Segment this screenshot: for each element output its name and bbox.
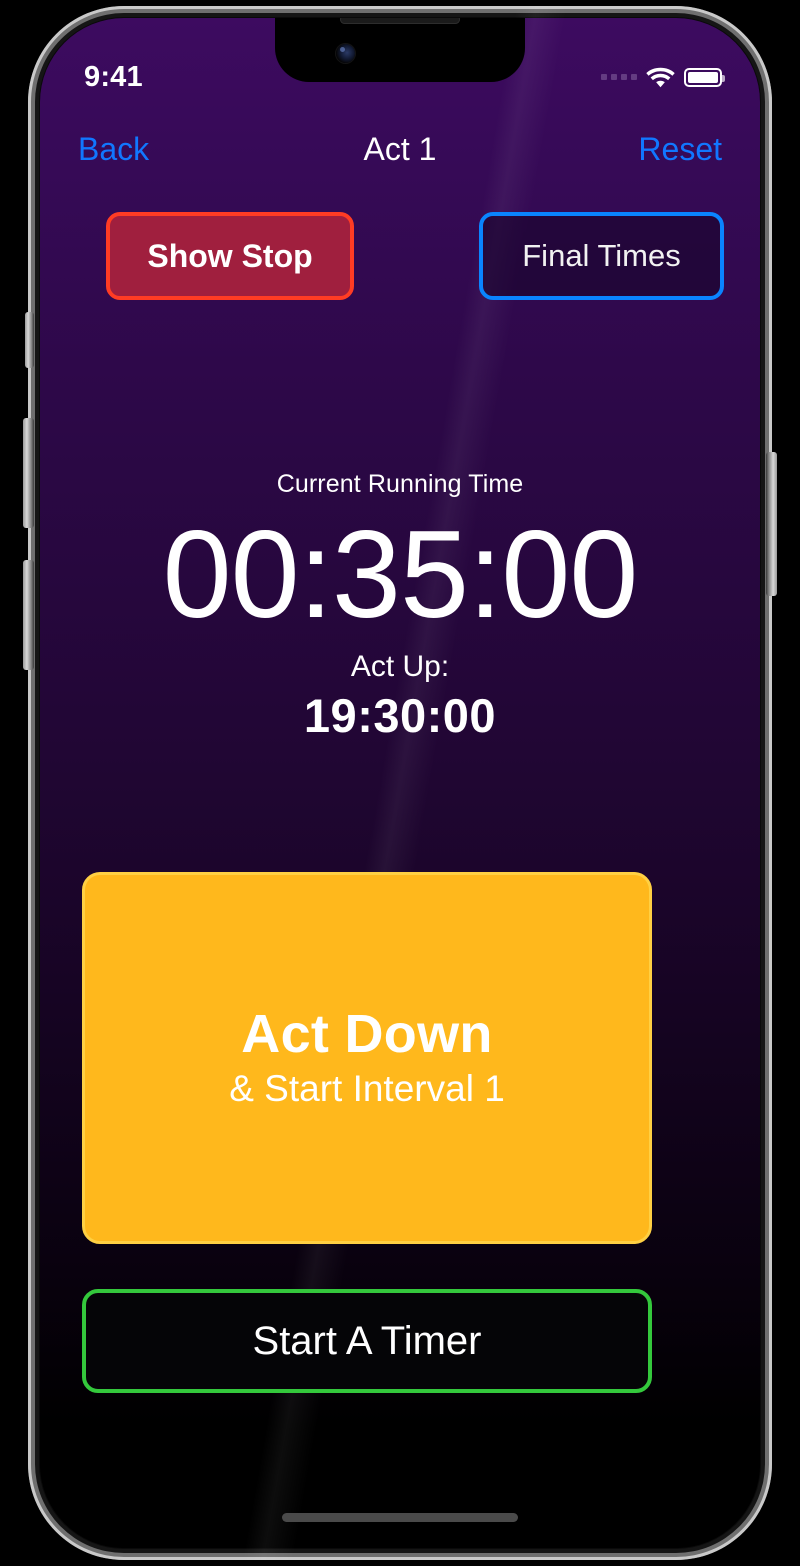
power-side-button[interactable] [766, 452, 777, 596]
current-running-time-label: Current Running Time [276, 470, 524, 498]
mute-switch-button[interactable] [25, 312, 34, 368]
act-down-title: Act Down [241, 1003, 493, 1064]
final-times-button[interactable]: Final Times [479, 212, 724, 300]
wifi-icon [646, 67, 675, 88]
volume-down-button[interactable] [23, 560, 34, 670]
act-up-value: 19:30:00 [303, 688, 497, 742]
signal-dots-icon [601, 74, 637, 80]
act-up-label: Act Up: [350, 649, 450, 683]
volume-up-button[interactable] [23, 418, 34, 528]
top-action-row: Show Stop Final Times [106, 212, 724, 300]
screenshot-stage: 9:41 Back Act 1 Reset Show Stop Final Ti… [0, 0, 800, 1566]
home-indicator[interactable] [282, 1513, 518, 1522]
earpiece-speaker-icon [340, 18, 460, 24]
battery-full-icon [684, 67, 725, 87]
status-bar-clock: 9:41 [84, 60, 143, 93]
act-down-subtitle: & Start Interval 1 [229, 1068, 505, 1110]
reset-button[interactable]: Reset [638, 131, 722, 168]
navigation-bar: Back Act 1 Reset [40, 120, 760, 178]
back-button[interactable]: Back [78, 131, 149, 168]
act-down-button[interactable]: Act Down & Start Interval 1 [82, 872, 652, 1244]
start-a-timer-button[interactable]: Start A Timer [82, 1289, 652, 1393]
show-stop-button[interactable]: Show Stop [106, 212, 354, 300]
current-running-time-value: 00:35:00 [162, 506, 639, 644]
status-bar: 9:41 [40, 60, 760, 94]
phone-screen: 9:41 Back Act 1 Reset Show Stop Final Ti… [40, 18, 760, 1548]
timer-readout: Current Running Time 00:35:00 Act Up: 19… [40, 470, 760, 743]
status-bar-indicators [601, 67, 725, 88]
